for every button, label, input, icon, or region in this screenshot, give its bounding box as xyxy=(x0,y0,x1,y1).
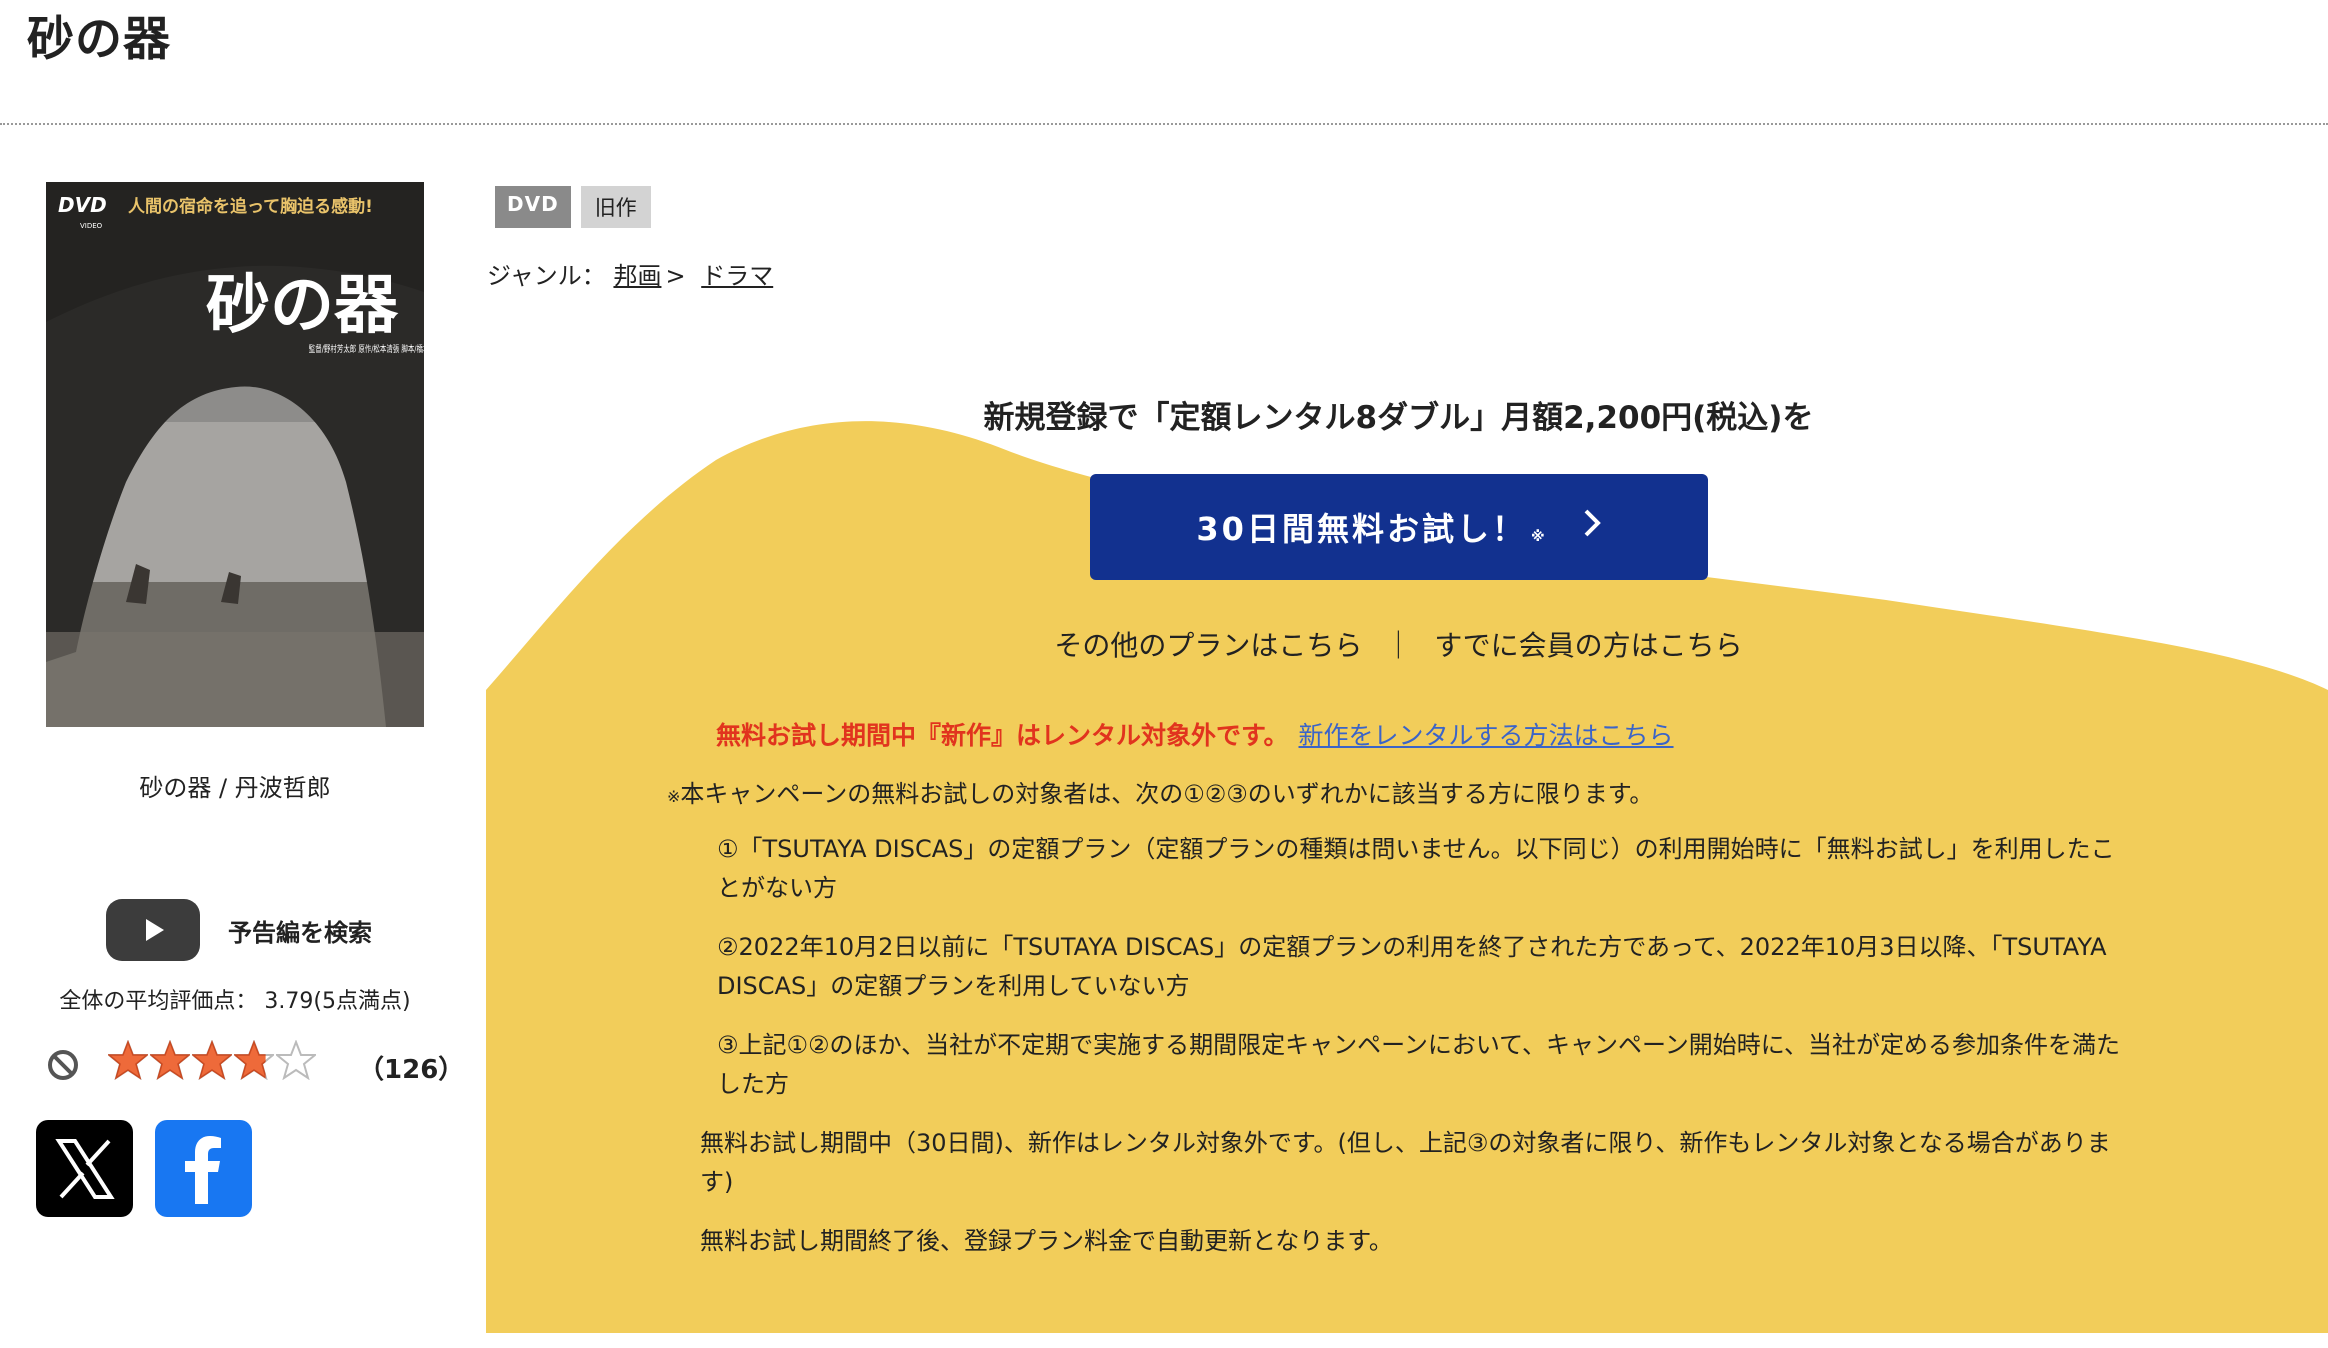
new-release-warning: 無料お試し期間中『新作』はレンタル対象外です。 新作をレンタルする方法はこちら xyxy=(716,716,1674,752)
cover-tagline: 人間の宿命を追って胸迫る感動! xyxy=(128,196,373,217)
new-release-rental-link[interactable]: 新作をレンタルする方法はこちら xyxy=(1299,721,1674,750)
trailer-search-button[interactable]: 予告編を検索 xyxy=(106,899,372,961)
eligibility-condition-1: ①「TSUTAYA DISCAS」の定額プラン（定額プランの種類は問いません。以… xyxy=(717,835,2115,902)
dvd-sub-text: VIDEO xyxy=(80,222,103,230)
star-icon xyxy=(192,1040,232,1080)
dvd-logo-text: DVD xyxy=(58,193,107,217)
chevron-right-icon xyxy=(1582,508,1602,546)
genre-link-hougа[interactable]: 邦画 xyxy=(613,262,661,290)
genre-breadcrumb: ジャンル： 邦画 > ドラマ xyxy=(487,262,774,290)
share-facebook-button[interactable] xyxy=(155,1120,252,1217)
free-trial-button[interactable]: 30日間無料お試し！ ※ xyxy=(1090,474,1708,580)
free-trial-label: 30日間無料お試し！ xyxy=(1196,510,1527,548)
x-logo-icon xyxy=(54,1138,115,1199)
media-tags: DVD 旧作 xyxy=(495,186,651,228)
youtube-play-icon xyxy=(106,899,200,961)
no-review-icon[interactable] xyxy=(46,1048,80,1086)
trailer-label: 予告編を検索 xyxy=(228,918,372,947)
facebook-logo-icon xyxy=(184,1135,221,1204)
rating-row: （126） xyxy=(46,1040,464,1090)
eligibility-condition-2: ②2022年10月2日以前に「TSUTAYA DISCAS」の定額プランの利用を… xyxy=(717,933,2107,1000)
campaign-headline: 新規登録で「定額レンタル8ダブル」月額2,200円(税込)を xyxy=(983,400,1814,436)
title-divider xyxy=(0,123,2328,125)
review-count-link[interactable]: （126） xyxy=(358,1049,464,1086)
warning-text: 無料お試し期間中『新作』はレンタル対象外です。 xyxy=(716,721,1289,750)
eligibility-intro: ※本キャンペーンの無料お試しの対象者は、次の①②③のいずれかに該当する方に限りま… xyxy=(667,780,1654,808)
tag-old-release: 旧作 xyxy=(580,186,651,228)
genre-link-drama[interactable]: ドラマ xyxy=(701,262,773,290)
page-title: 砂の器 xyxy=(27,12,171,67)
other-plans-link[interactable]: その他のプランはこちら xyxy=(1054,629,1362,662)
cover-title-art: 砂の器 xyxy=(206,268,399,343)
trial-note-1: 無料お試し期間中（30日間)、新作はレンタル対象外です。(但し、上記③の対象者に… xyxy=(700,1129,2111,1196)
share-x-button[interactable] xyxy=(36,1120,133,1217)
cover-caption: 砂の器 / 丹波哲郎 xyxy=(139,774,331,802)
trial-note-2: 無料お試し期間終了後、登録プラン料金で自動更新となります。 xyxy=(700,1227,1393,1255)
eligibility-condition-3: ③上記①②のほか、当社が不定期で実施する期間限定キャンペーンにおいて、キャンペー… xyxy=(717,1031,2121,1098)
star-icon xyxy=(276,1040,316,1080)
star-icon xyxy=(108,1040,148,1080)
star-rating xyxy=(108,1040,316,1080)
star-icon xyxy=(234,1040,274,1080)
cover-credits: 監督/野村芳太郎 原作/松本清張 脚本/橋本忍 山田洋次 xyxy=(309,343,424,354)
review-count[interactable]: 126 xyxy=(384,1055,438,1085)
plan-links: その他のプランはこちら｜すでに会員の方はこちら xyxy=(1054,629,1743,662)
average-rating-text: 全体の平均評価点： 3.79(5点満点) xyxy=(59,989,411,1014)
tag-dvd: DVD xyxy=(495,186,571,228)
dvd-cover-image[interactable]: DVD VIDEO 人間の宿命を追って胸迫る感動! 砂の器 監督/野村芳太郎 原… xyxy=(46,182,424,727)
genre-label: ジャンル： xyxy=(487,262,606,290)
members-link[interactable]: すでに会員の方はこちら xyxy=(1434,629,1742,662)
star-icon xyxy=(150,1040,190,1080)
